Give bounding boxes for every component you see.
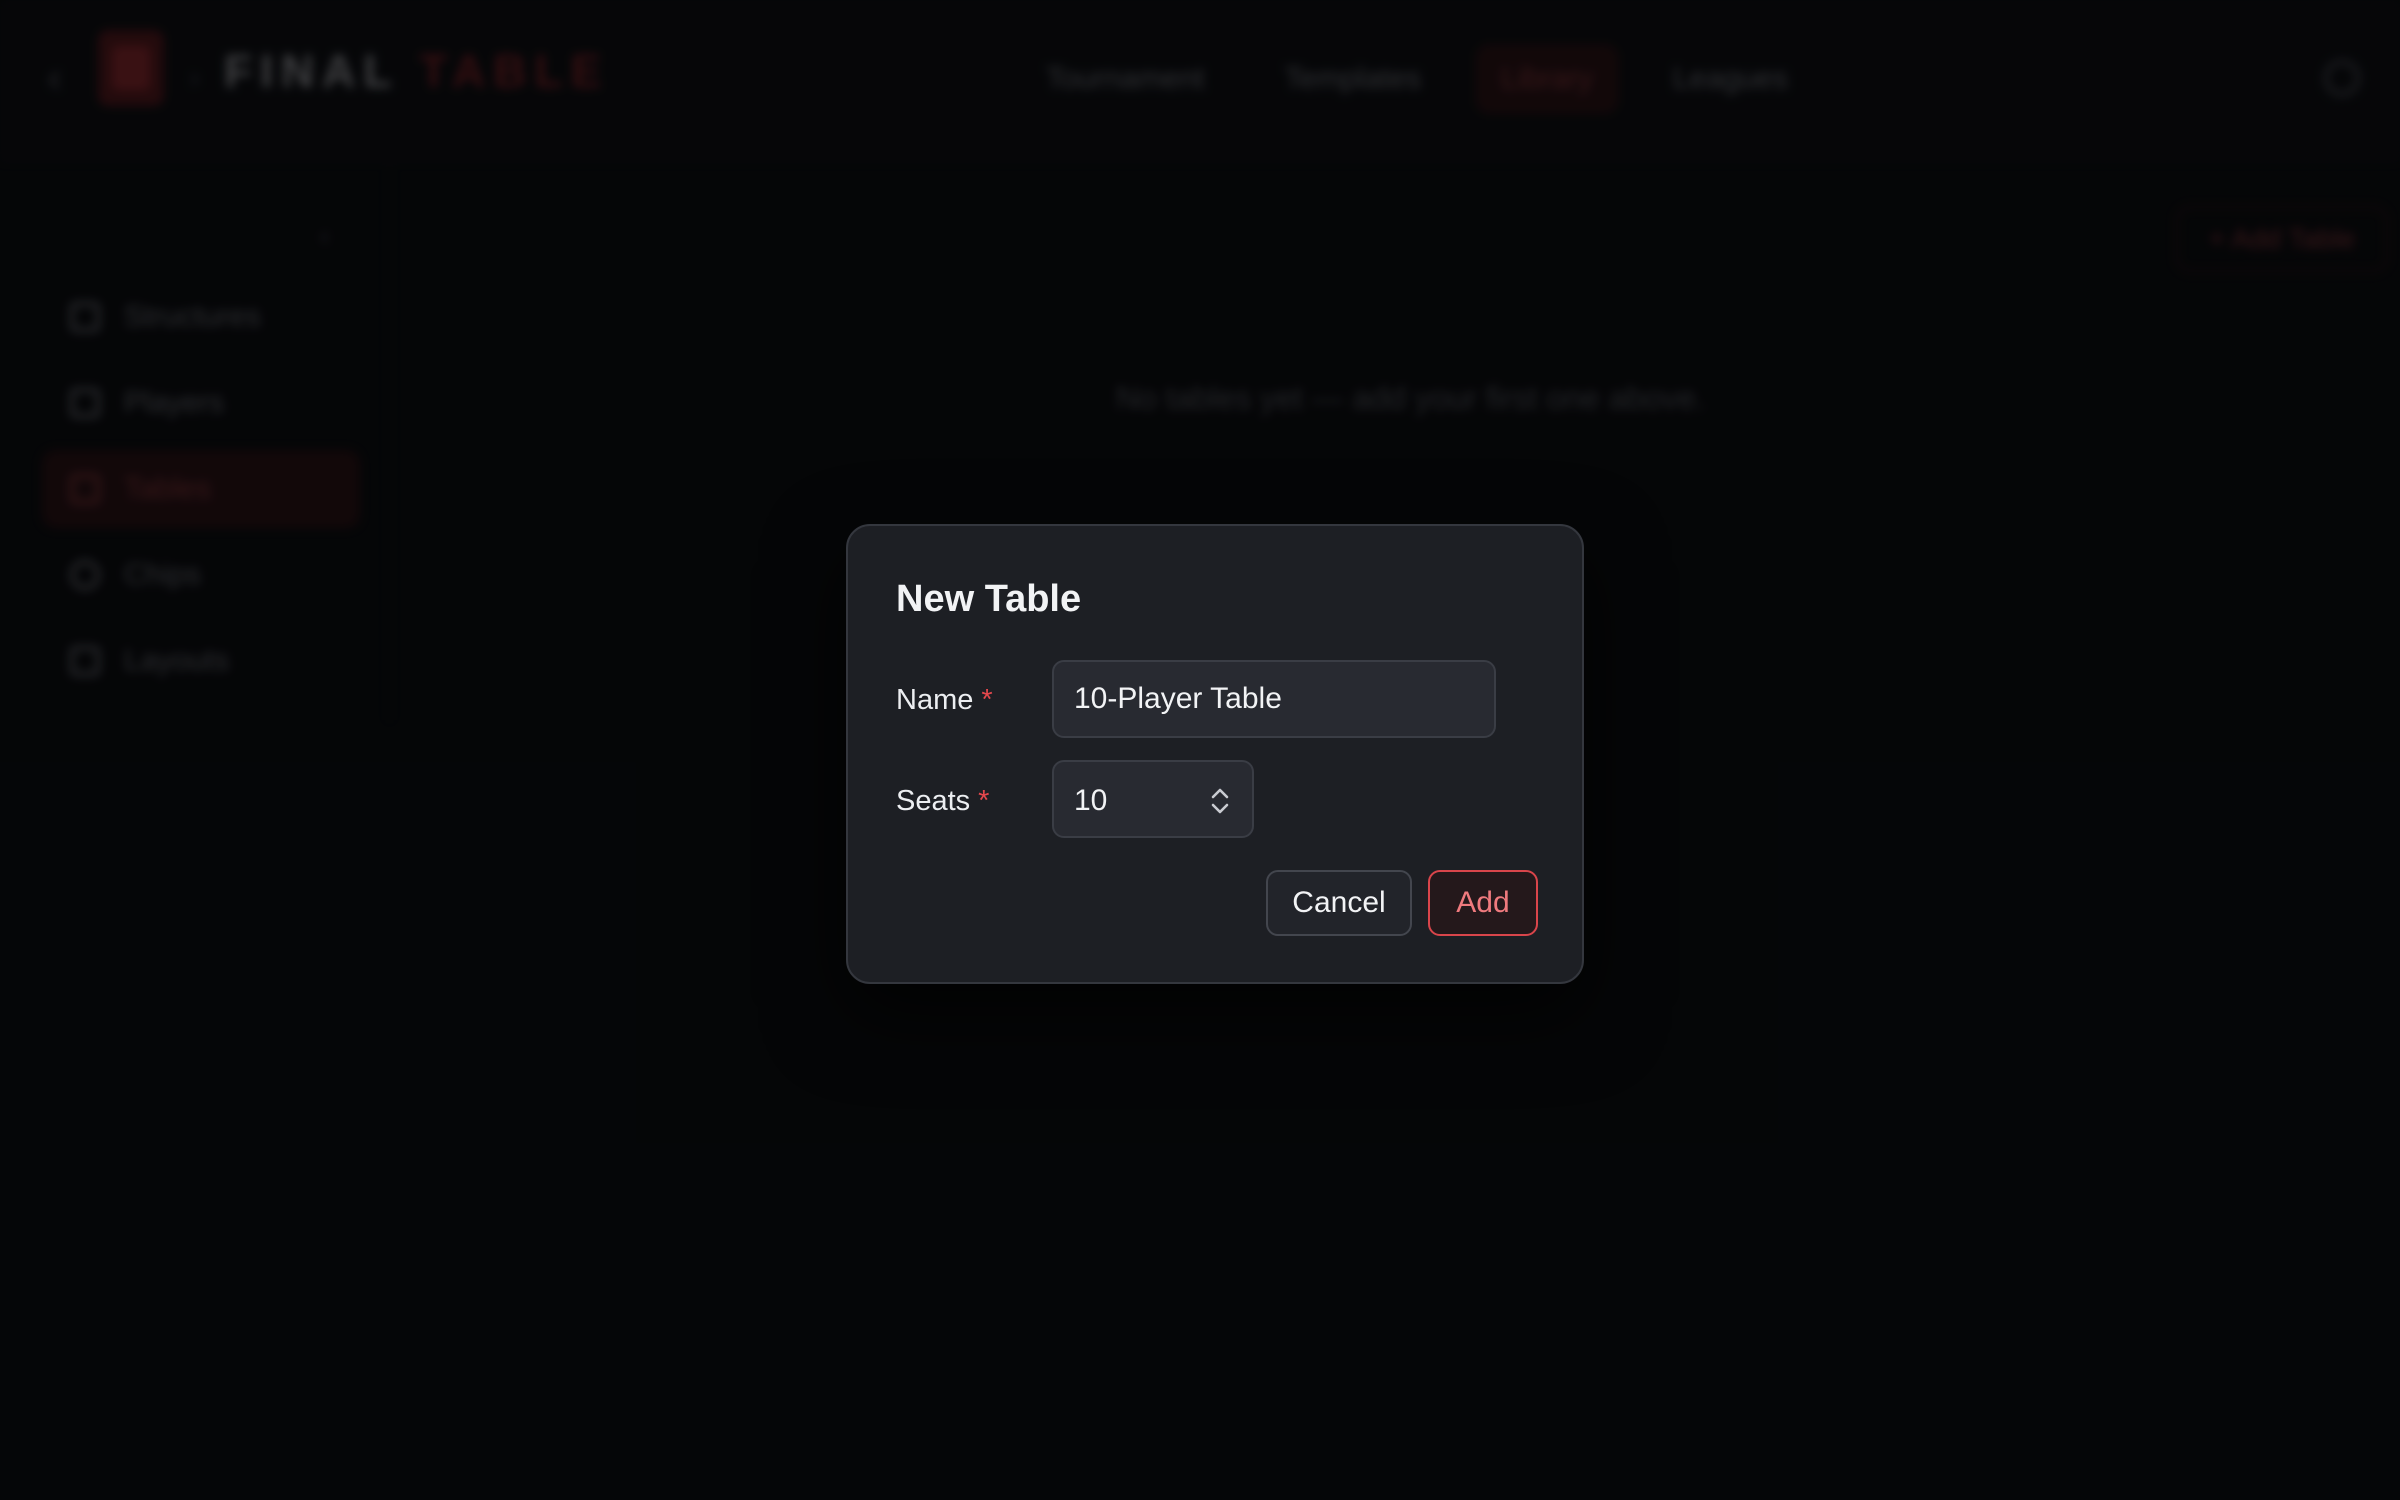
- seats-field-label: Seats *: [896, 785, 989, 818]
- new-table-dialog: New Table Name* Seats* 10 Cancel Add: [846, 524, 1584, 984]
- seats-value: 10: [1074, 784, 1108, 817]
- required-marker: *: [978, 785, 990, 817]
- dialog-title: New Table: [896, 578, 1082, 620]
- stepper-arrows-icon[interactable]: [1208, 784, 1232, 818]
- name-field-label: Name *: [896, 684, 993, 717]
- required-marker: *: [981, 684, 993, 716]
- cancel-button[interactable]: Cancel: [1266, 870, 1412, 936]
- name-label-text: Name: [896, 684, 974, 716]
- add-button[interactable]: Add: [1428, 870, 1538, 936]
- seats-stepper[interactable]: 10: [1052, 760, 1254, 838]
- name-input[interactable]: [1052, 660, 1496, 738]
- seats-label-text: Seats: [896, 785, 971, 817]
